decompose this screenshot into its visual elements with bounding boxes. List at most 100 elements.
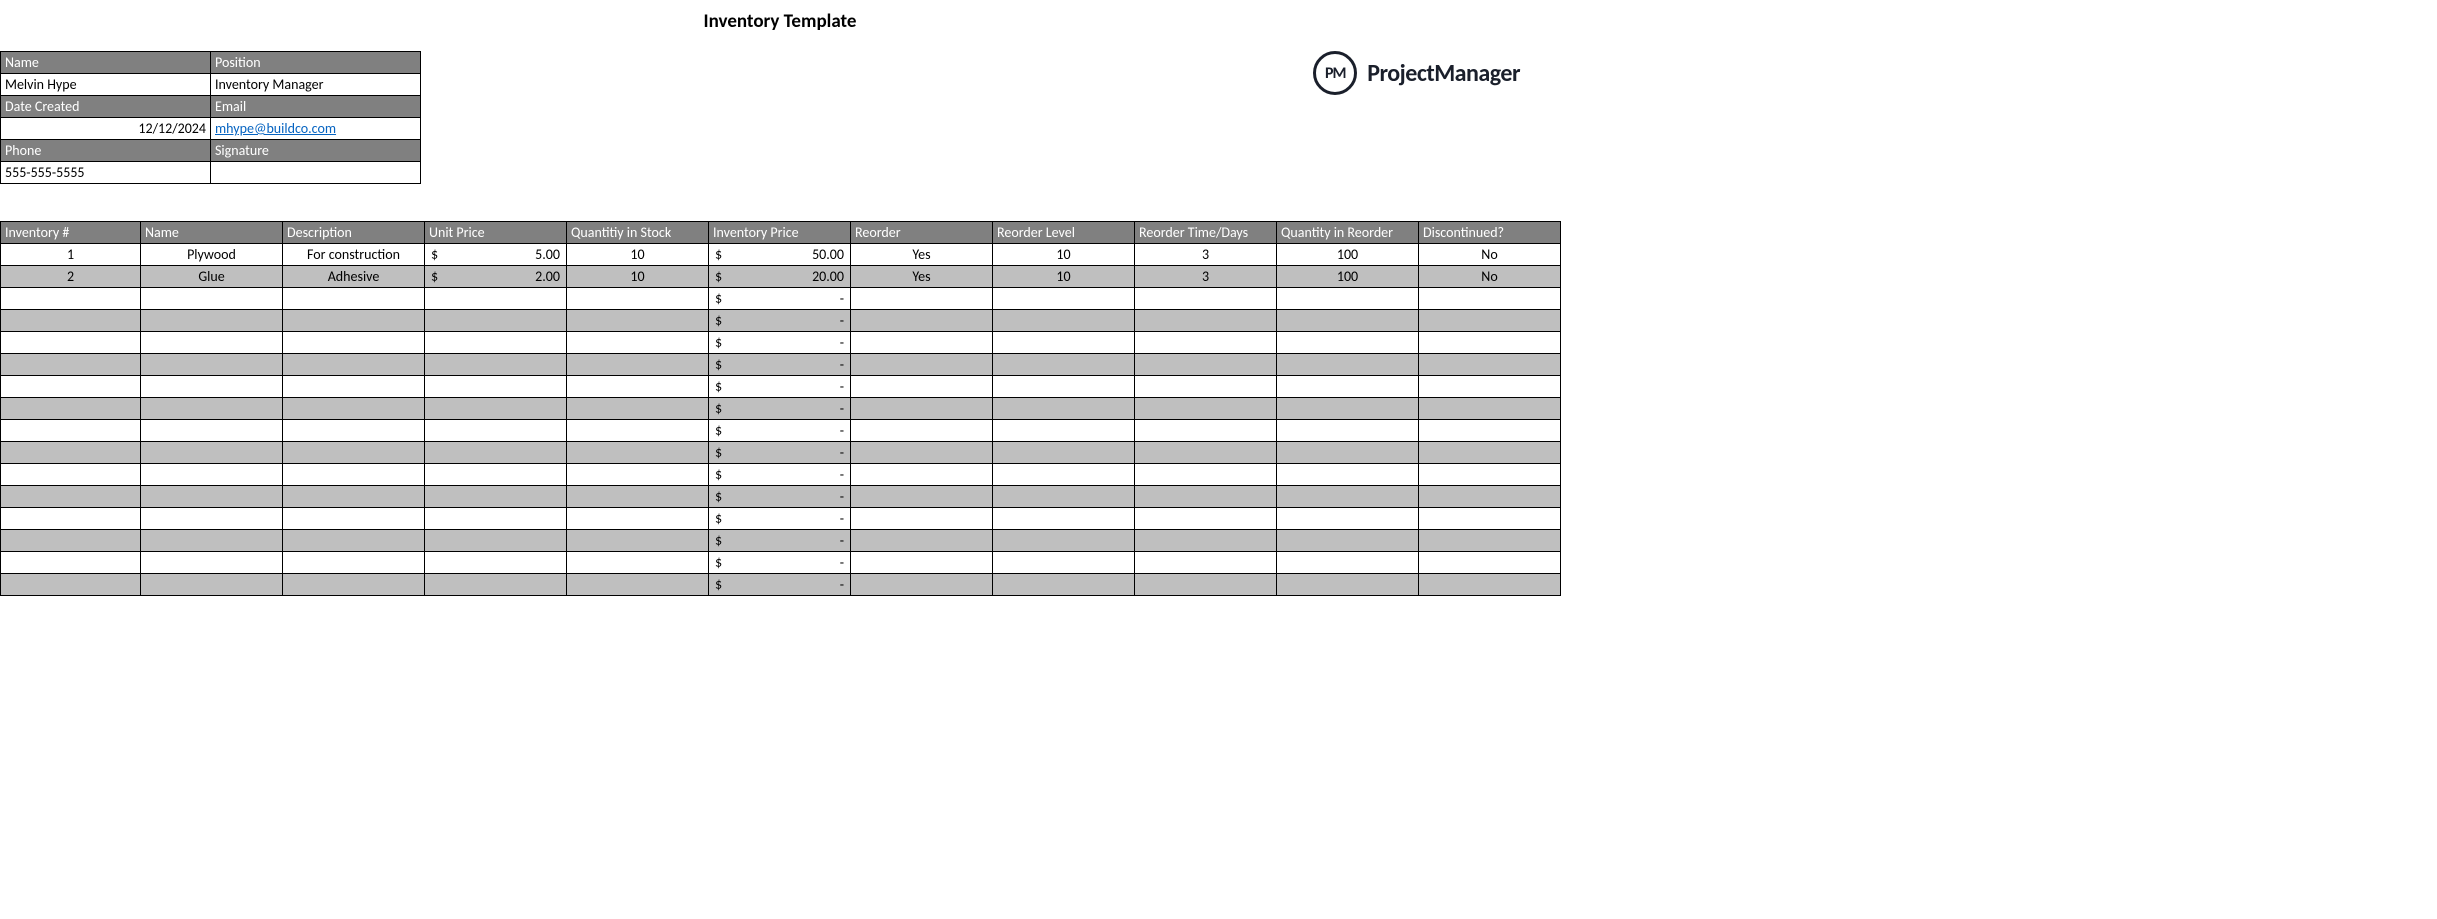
- table-cell[interactable]: [851, 288, 993, 310]
- table-cell[interactable]: [1277, 288, 1419, 310]
- table-cell[interactable]: Adhesive: [283, 266, 425, 288]
- table-cell[interactable]: [851, 332, 993, 354]
- table-cell[interactable]: 10: [567, 266, 709, 288]
- table-cell[interactable]: 100: [1277, 266, 1419, 288]
- meta-signature-value[interactable]: [211, 162, 421, 184]
- table-cell[interactable]: 100: [1277, 244, 1419, 266]
- table-cell[interactable]: 3: [1135, 244, 1277, 266]
- table-cell[interactable]: [141, 574, 283, 596]
- table-cell[interactable]: [1419, 310, 1561, 332]
- table-cell[interactable]: [141, 376, 283, 398]
- table-cell[interactable]: [283, 464, 425, 486]
- table-cell[interactable]: [283, 332, 425, 354]
- table-cell[interactable]: [1135, 288, 1277, 310]
- table-cell[interactable]: [567, 310, 709, 332]
- table-cell[interactable]: [283, 552, 425, 574]
- table-cell[interactable]: [567, 354, 709, 376]
- table-cell[interactable]: $-: [709, 486, 851, 508]
- table-cell[interactable]: $-: [709, 354, 851, 376]
- table-cell[interactable]: [851, 354, 993, 376]
- table-cell[interactable]: [425, 288, 567, 310]
- table-cell[interactable]: [1277, 508, 1419, 530]
- table-cell[interactable]: $20.00: [709, 266, 851, 288]
- table-cell[interactable]: [1, 574, 141, 596]
- table-cell[interactable]: [1277, 398, 1419, 420]
- table-cell[interactable]: [1277, 354, 1419, 376]
- table-cell[interactable]: [1419, 288, 1561, 310]
- table-cell[interactable]: [1, 398, 141, 420]
- table-cell[interactable]: [425, 420, 567, 442]
- table-cell[interactable]: [283, 486, 425, 508]
- table-cell[interactable]: [1419, 332, 1561, 354]
- table-cell[interactable]: Yes: [851, 244, 993, 266]
- table-cell[interactable]: [425, 376, 567, 398]
- table-cell[interactable]: 10: [567, 244, 709, 266]
- table-cell[interactable]: [851, 574, 993, 596]
- table-cell[interactable]: [851, 486, 993, 508]
- table-cell[interactable]: [1277, 310, 1419, 332]
- table-cell[interactable]: 1: [1, 244, 141, 266]
- table-cell[interactable]: [1277, 486, 1419, 508]
- table-cell[interactable]: [425, 574, 567, 596]
- table-cell[interactable]: [425, 464, 567, 486]
- table-cell[interactable]: $-: [709, 288, 851, 310]
- table-cell[interactable]: [1419, 486, 1561, 508]
- email-link[interactable]: mhype@buildco.com: [215, 120, 336, 137]
- table-cell[interactable]: [1277, 442, 1419, 464]
- table-cell[interactable]: [283, 574, 425, 596]
- table-cell[interactable]: [567, 332, 709, 354]
- table-cell[interactable]: [1, 530, 141, 552]
- table-cell[interactable]: [141, 552, 283, 574]
- table-cell[interactable]: [141, 486, 283, 508]
- table-cell[interactable]: [1135, 354, 1277, 376]
- table-cell[interactable]: [993, 288, 1135, 310]
- table-cell[interactable]: [993, 398, 1135, 420]
- table-cell[interactable]: [1135, 376, 1277, 398]
- table-cell[interactable]: [425, 530, 567, 552]
- table-cell[interactable]: $2.00: [425, 266, 567, 288]
- table-cell[interactable]: [425, 332, 567, 354]
- table-cell[interactable]: [425, 354, 567, 376]
- table-cell[interactable]: [993, 354, 1135, 376]
- table-cell[interactable]: [1419, 420, 1561, 442]
- table-cell[interactable]: [283, 530, 425, 552]
- table-cell[interactable]: [1135, 464, 1277, 486]
- table-cell[interactable]: [993, 332, 1135, 354]
- table-cell[interactable]: [567, 552, 709, 574]
- table-cell[interactable]: 10: [993, 244, 1135, 266]
- table-cell[interactable]: [283, 508, 425, 530]
- table-cell[interactable]: [283, 420, 425, 442]
- table-cell[interactable]: $-: [709, 574, 851, 596]
- table-cell[interactable]: Glue: [141, 266, 283, 288]
- table-cell[interactable]: [1419, 530, 1561, 552]
- table-cell[interactable]: For construction: [283, 244, 425, 266]
- table-cell[interactable]: [1419, 376, 1561, 398]
- table-cell[interactable]: [567, 376, 709, 398]
- table-cell[interactable]: $-: [709, 420, 851, 442]
- table-cell[interactable]: [1419, 574, 1561, 596]
- table-cell[interactable]: [851, 508, 993, 530]
- table-cell[interactable]: [567, 464, 709, 486]
- table-cell[interactable]: [425, 508, 567, 530]
- table-cell[interactable]: [1, 486, 141, 508]
- table-cell[interactable]: [425, 486, 567, 508]
- table-cell[interactable]: 2: [1, 266, 141, 288]
- table-cell[interactable]: $50.00: [709, 244, 851, 266]
- table-cell[interactable]: [567, 288, 709, 310]
- table-cell[interactable]: [1277, 420, 1419, 442]
- table-cell[interactable]: [1, 442, 141, 464]
- table-cell[interactable]: [141, 398, 283, 420]
- table-cell[interactable]: [1277, 332, 1419, 354]
- table-cell[interactable]: [141, 332, 283, 354]
- table-cell[interactable]: [851, 398, 993, 420]
- table-cell[interactable]: [1135, 530, 1277, 552]
- table-cell[interactable]: [1, 508, 141, 530]
- table-cell[interactable]: [851, 442, 993, 464]
- table-cell[interactable]: [425, 442, 567, 464]
- table-cell[interactable]: [425, 310, 567, 332]
- table-cell[interactable]: [851, 310, 993, 332]
- table-cell[interactable]: [1277, 464, 1419, 486]
- table-cell[interactable]: [425, 552, 567, 574]
- table-cell[interactable]: [851, 552, 993, 574]
- table-cell[interactable]: [141, 530, 283, 552]
